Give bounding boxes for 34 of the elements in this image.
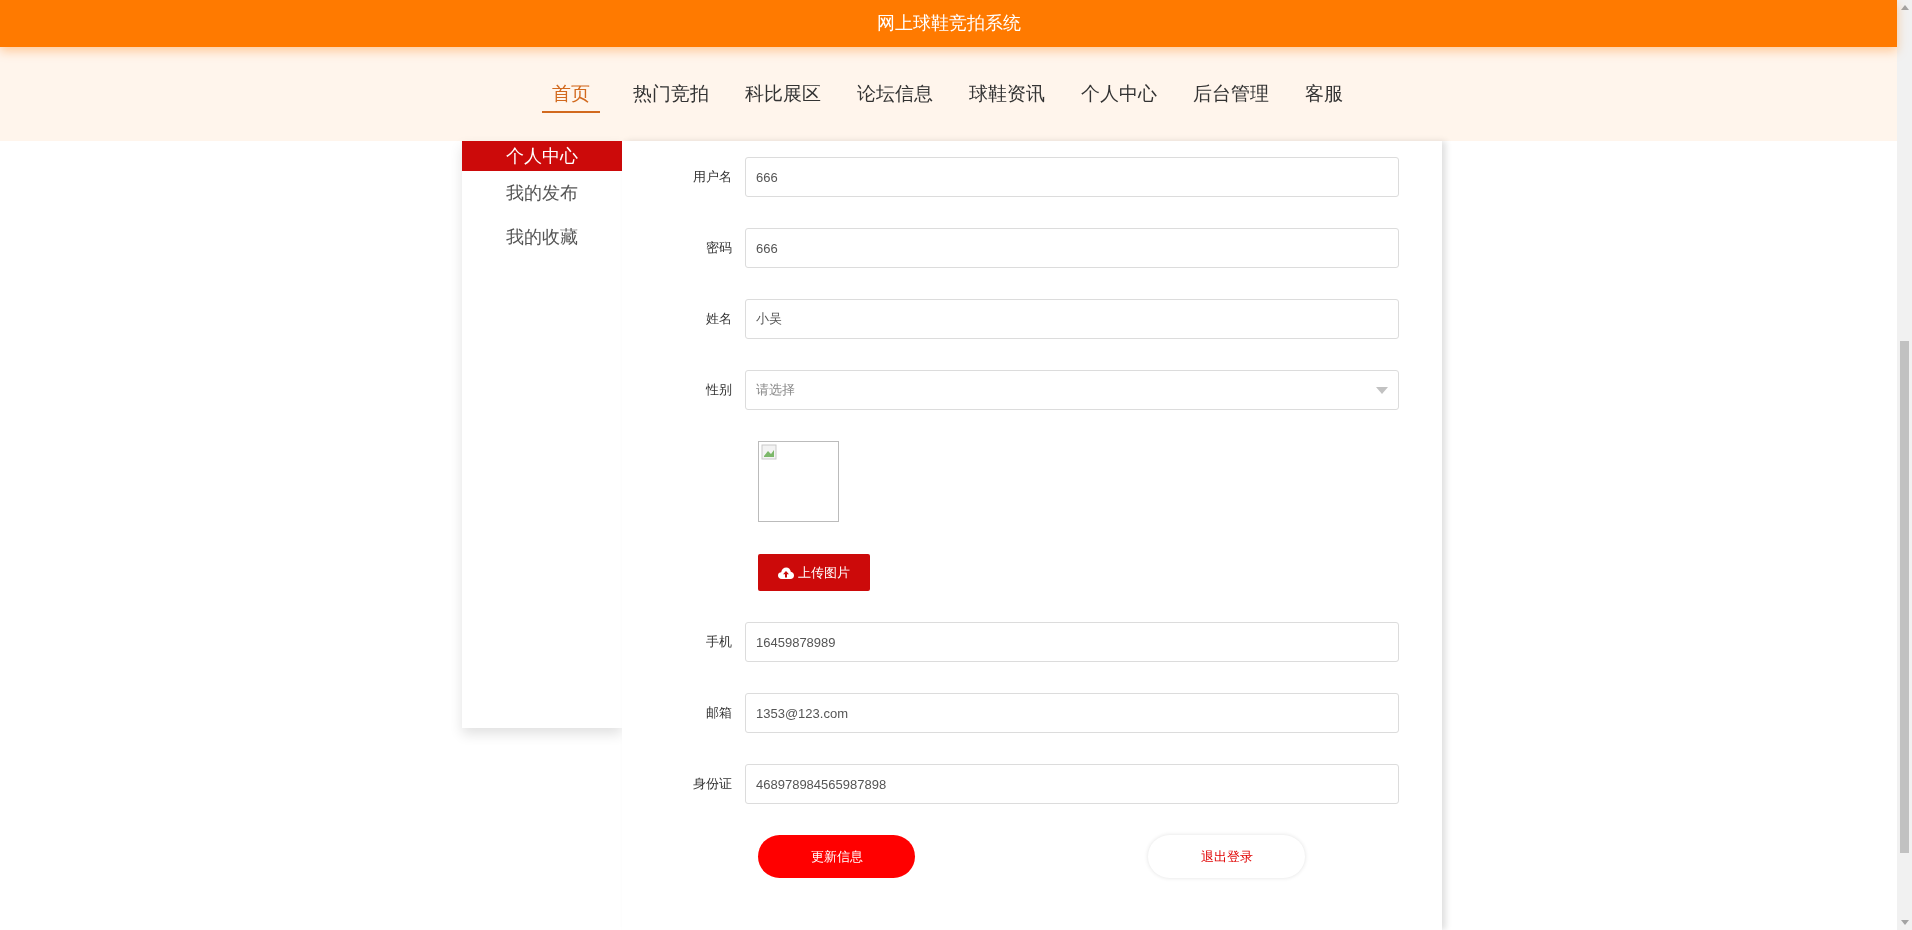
cloud-upload-icon bbox=[778, 566, 794, 579]
select-field[interactable]: 请选择 bbox=[745, 370, 1399, 410]
scroll-up-arrow-icon[interactable] bbox=[1900, 5, 1909, 10]
input-field[interactable]: 16459878989 bbox=[745, 622, 1399, 662]
nav-link[interactable]: 后台管理 bbox=[1189, 74, 1272, 114]
scroll-down-arrow-icon[interactable] bbox=[1900, 920, 1909, 925]
field-label: 密码 bbox=[705, 239, 733, 258]
sidebar-item[interactable]: 个人中心 bbox=[462, 141, 622, 171]
input-field[interactable]: 1353@123.com bbox=[745, 693, 1399, 733]
input-field[interactable]: 小吴 bbox=[745, 299, 1399, 339]
scrollbar-thumb[interactable] bbox=[1900, 341, 1909, 853]
nav-link[interactable]: 热门竞拍 bbox=[629, 74, 712, 114]
logout-button[interactable]: 退出登录 bbox=[1148, 835, 1305, 878]
field-label: 身份证 bbox=[692, 775, 733, 794]
sidebar-item[interactable]: 我的发布 bbox=[462, 171, 622, 215]
upload-image-button[interactable]: 上传图片 bbox=[758, 554, 870, 591]
field-label: 手机 bbox=[705, 633, 733, 652]
dropdown-caret-icon bbox=[1376, 386, 1388, 394]
input-field[interactable]: 666 bbox=[745, 228, 1399, 268]
input-field[interactable]: 666 bbox=[745, 157, 1399, 197]
field-label: 邮箱 bbox=[705, 704, 733, 723]
field-label: 用户名 bbox=[692, 168, 733, 187]
sidebar-item[interactable]: 我的收藏 bbox=[462, 215, 622, 259]
nav-link[interactable]: 球鞋资讯 bbox=[965, 74, 1048, 114]
broken-image-icon bbox=[761, 444, 777, 460]
field-label: 姓名 bbox=[705, 310, 733, 329]
update-info-button[interactable]: 更新信息 bbox=[758, 835, 915, 878]
nav-link[interactable]: 论坛信息 bbox=[853, 74, 936, 114]
nav-link[interactable]: 科比展区 bbox=[741, 74, 824, 114]
nav-link[interactable]: 个人中心 bbox=[1077, 74, 1160, 114]
input-field[interactable]: 468978984565987898 bbox=[745, 764, 1399, 804]
field-label: 性别 bbox=[705, 381, 733, 400]
nav-link[interactable]: 客服 bbox=[1301, 74, 1346, 114]
site-title: 网上球鞋竞拍系统 bbox=[876, 12, 1021, 35]
